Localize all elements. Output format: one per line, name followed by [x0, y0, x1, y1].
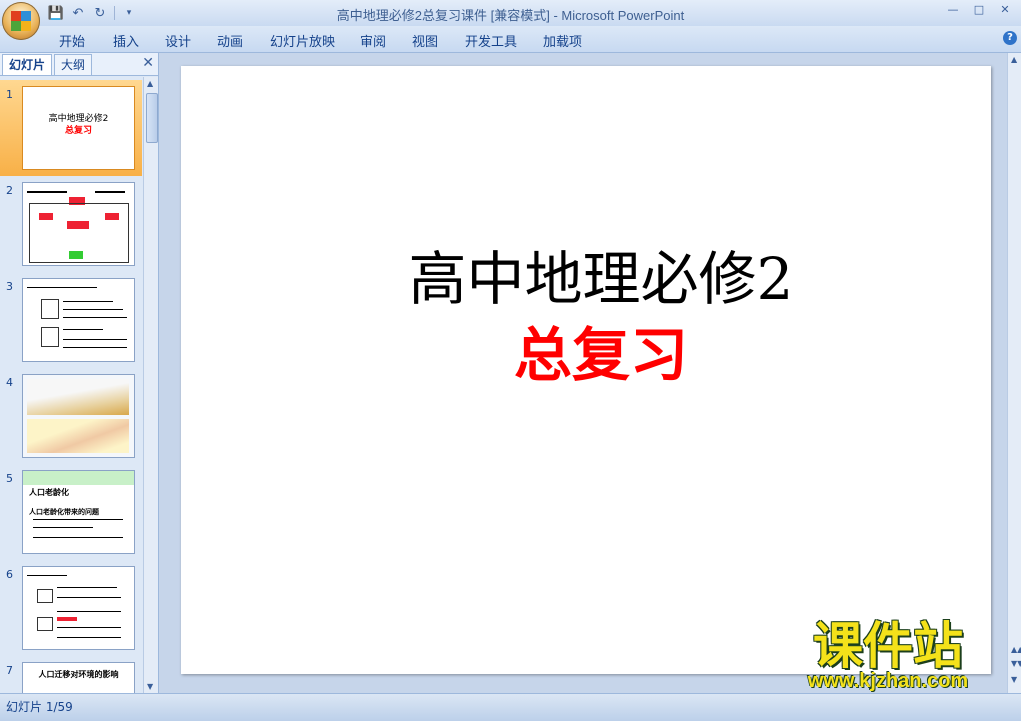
tab-developer[interactable]: 开发工具 — [465, 31, 517, 50]
tab-insert[interactable]: 插入 — [113, 31, 139, 50]
tab-animations[interactable]: 动画 — [217, 31, 243, 50]
thumbnail-heading: 人口老龄化 — [29, 488, 69, 497]
thumbnail-number: 3 — [6, 280, 13, 293]
slide-thumbnail-5[interactable]: 5 人口老龄化 人口老龄化带来的问题 — [0, 464, 142, 560]
tab-outline[interactable]: 大纲 — [54, 54, 93, 75]
tab-addins[interactable]: 加载项 — [543, 31, 582, 50]
slide-title[interactable]: 高中地理必修2 — [181, 246, 1021, 312]
window-title: 高中地理必修2总复习课件 [兼容模式] - Microsoft PowerPoi… — [336, 8, 685, 23]
tab-slides[interactable]: 幻灯片 — [2, 54, 53, 75]
tab-design[interactable]: 设计 — [165, 31, 191, 50]
slide-scrollbar[interactable]: ▲ ▲▲ ▼▼ ▼ — [1007, 53, 1021, 693]
maximize-icon[interactable]: □ — [967, 2, 991, 18]
slide-thumbnails: 1 高中地理必修2 总复习 2 3 4 5 人口老龄化 人口老龄化带来的问题 6… — [0, 77, 142, 693]
tab-home[interactable]: 开始 — [59, 31, 85, 50]
slide-counter: 幻灯片 1/59 — [6, 700, 73, 714]
help-icon[interactable]: ? — [1003, 31, 1017, 45]
title-bar: 高中地理必修2总复习课件 [兼容模式] - Microsoft PowerPoi… — [0, 0, 1021, 26]
pane-tabs: 幻灯片 大纲 ✕ — [0, 53, 158, 76]
thumbnails-scrollbar[interactable]: ▲ ▼ — [143, 77, 158, 693]
ribbon-tabs: 开始 插入 设计 动画 幻灯片放映 审阅 视图 开发工具 加载项 — [0, 26, 1021, 53]
close-pane-icon[interactable]: ✕ — [142, 55, 154, 71]
thumbnail-preview — [22, 278, 135, 362]
slide-subtitle[interactable]: 总复习 — [181, 322, 1021, 388]
thumbnail-preview — [22, 566, 135, 650]
slide-thumbnail-2[interactable]: 2 — [0, 176, 142, 272]
tab-slideshow[interactable]: 幻灯片放映 — [270, 31, 335, 50]
next-slide-icon[interactable]: ▼▼ — [1011, 659, 1021, 668]
watermark-url: www.kjzhan.com — [807, 670, 969, 692]
undo-icon[interactable]: ↶ — [70, 5, 86, 21]
thumbnail-number: 5 — [6, 472, 13, 485]
slide-thumbnail-6[interactable]: 6 — [0, 560, 142, 656]
scroll-down-icon[interactable]: ▼ — [147, 682, 153, 691]
slide-thumbnail-7[interactable]: 7 人口迁移对环境的影响 — [0, 656, 142, 693]
thumbnail-number: 2 — [6, 184, 13, 197]
office-logo-icon — [11, 11, 31, 31]
thumbnail-preview: 人口老龄化 人口老龄化带来的问题 — [22, 470, 135, 554]
watermark-logo: 课件站 www.kjzhan.com — [770, 618, 1006, 698]
scroll-up-icon[interactable]: ▲ — [1011, 55, 1017, 64]
thumbnail-preview: 高中地理必修2 总复习 — [22, 86, 135, 170]
slide-thumbnail-1[interactable]: 1 高中地理必修2 总复习 — [0, 80, 142, 176]
watermark-text: 课件站 — [813, 617, 963, 675]
close-icon[interactable]: ✕ — [993, 2, 1017, 18]
thumbnail-number: 6 — [6, 568, 13, 581]
customize-icon[interactable]: ▾ — [121, 5, 137, 21]
tab-view[interactable]: 视图 — [412, 31, 438, 50]
tab-review[interactable]: 审阅 — [360, 31, 386, 50]
office-button[interactable] — [2, 2, 40, 40]
scroll-thumb[interactable] — [146, 93, 158, 143]
slide-thumbnail-3[interactable]: 3 — [0, 272, 142, 368]
current-slide[interactable]: 高中地理必修2 总复习 — [181, 66, 991, 674]
thumbnail-number: 1 — [6, 88, 13, 101]
minimize-icon[interactable]: — — [941, 2, 965, 18]
thumbnail-preview: 人口迁移对环境的影响 — [22, 662, 135, 693]
save-icon[interactable]: 💾 — [48, 5, 64, 21]
thumbnail-number: 7 — [6, 664, 13, 677]
qat-separator — [114, 6, 115, 20]
slide-thumbnail-4[interactable]: 4 — [0, 368, 142, 464]
quick-access-toolbar: 💾 ↶ ↻ ▾ — [48, 3, 137, 23]
thumbnail-number: 4 — [6, 376, 13, 389]
scroll-up-icon[interactable]: ▲ — [147, 79, 153, 88]
redo-icon[interactable]: ↻ — [92, 5, 108, 21]
scroll-down-icon[interactable]: ▼ — [1011, 675, 1017, 684]
thumbnail-subtitle: 总复习 — [64, 126, 92, 136]
thumbnail-heading-2: 人口老龄化带来的问题 — [29, 508, 99, 516]
thumbnail-preview — [22, 374, 135, 458]
slides-pane: 幻灯片 大纲 ✕ 1 高中地理必修2 总复习 2 3 4 5 人口老龄化 人口老… — [0, 53, 159, 693]
thumbnail-heading: 人口迁移对环境的影响 — [38, 670, 119, 679]
window-controls: — □ ✕ — [941, 2, 1017, 18]
thumbnail-preview — [22, 182, 135, 266]
previous-slide-icon[interactable]: ▲▲ — [1011, 645, 1021, 654]
